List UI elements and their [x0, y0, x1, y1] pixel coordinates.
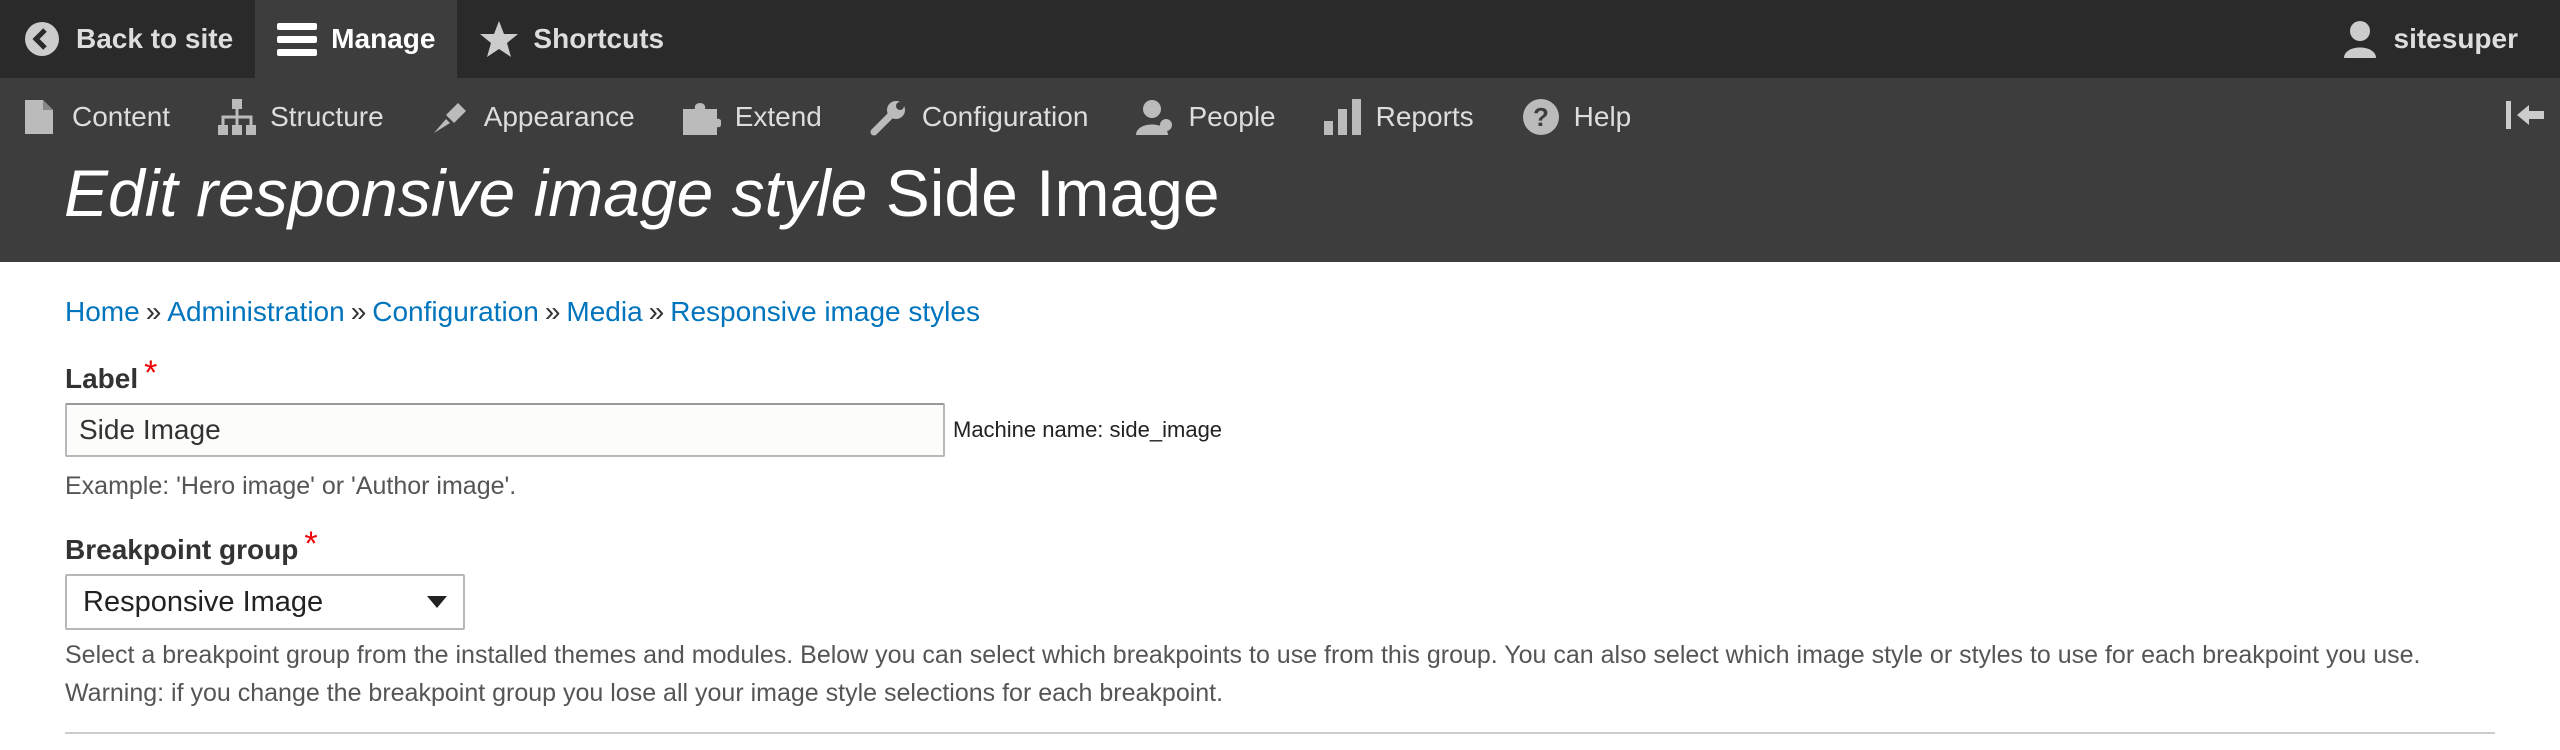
breakpoint-group-form-item: Breakpoint group * Responsive Image Selec…: [65, 525, 2495, 712]
tray-item-structure[interactable]: Structure: [194, 78, 408, 156]
page-title: Edit responsive image style Side Image: [64, 156, 1220, 226]
label-form-item: Label* Machine name: side_image Example:…: [65, 354, 2495, 505]
help-icon: ?: [1522, 98, 1560, 136]
label-input-row: Machine name: side_image: [65, 403, 2495, 457]
breadcrumb-link-responsive-image-styles[interactable]: Responsive image styles: [670, 296, 980, 327]
user-label: sitesuper: [2393, 23, 2519, 54]
tray-menu: Content Structure Appearance Extend Conf…: [0, 78, 1655, 156]
page-title-name: Side Image: [885, 156, 1220, 230]
page-title-prefix: Edit responsive image style: [64, 156, 868, 230]
breadcrumb: Home» Administration» Configuration» Media»…: [65, 296, 2495, 328]
breakpoint-group-label: Breakpoint group *: [65, 525, 2495, 574]
tray-item-label: Content: [72, 101, 171, 132]
breakpoint-group-title: Breakpoint group: [65, 534, 299, 565]
puzzle-icon: [682, 98, 721, 136]
tray-item-reports[interactable]: Reports: [1300, 78, 1498, 156]
back-to-site-link[interactable]: Back to site: [0, 0, 255, 78]
people-icon: [1136, 98, 1174, 136]
tray-item-label: Help: [1573, 101, 1632, 132]
tray-item-content[interactable]: Content: [0, 78, 194, 156]
shortcuts-tab[interactable]: Shortcuts: [457, 0, 686, 78]
tray-item-help[interactable]: ? Help: [1498, 78, 1656, 156]
breakpoint-group-description: Select a breakpoint group from the insta…: [65, 641, 2421, 707]
bar-chart-icon: [1323, 98, 1362, 136]
document-icon: [20, 98, 58, 136]
breadcrumb-separator: »: [544, 296, 561, 327]
breadcrumb-separator: »: [350, 296, 367, 327]
orientation-toggle-button[interactable]: [2506, 99, 2546, 136]
toolbar-right: sitesuper: [2318, 19, 2541, 59]
admin-tray: Content Structure Appearance Extend Conf…: [0, 78, 2560, 156]
manage-label: Manage: [331, 23, 436, 54]
tray-item-label: Structure: [270, 101, 384, 132]
shortcuts-label: Shortcuts: [533, 23, 665, 54]
breakpoint-group-selected-value: Responsive Image: [83, 585, 324, 618]
star-icon: [479, 19, 519, 59]
svg-text:?: ?: [1533, 102, 1549, 132]
paintbrush-icon: [432, 98, 470, 136]
tray-item-extend[interactable]: Extend: [659, 78, 846, 156]
tray-item-label: Reports: [1375, 101, 1474, 132]
breadcrumb-separator: »: [648, 296, 665, 327]
back-arrow-icon: [22, 19, 62, 59]
breadcrumb-separator: »: [145, 296, 162, 327]
tray-item-people[interactable]: People: [1112, 78, 1299, 156]
dropdown-arrow-icon: [427, 596, 447, 608]
section-divider: [65, 732, 2495, 734]
user-icon: [2340, 19, 2380, 59]
breadcrumb-link-media[interactable]: Media: [566, 296, 642, 327]
tray-item-label: Extend: [734, 101, 822, 132]
tray-item-label: Appearance: [483, 101, 635, 132]
label-description: Example: 'Hero image' or 'Author image'.: [65, 472, 517, 500]
main-content: Home» Administration» Configuration» Media»…: [0, 296, 2560, 734]
label-field-label: Label *: [65, 354, 2495, 403]
breadcrumb-link-home[interactable]: Home: [65, 296, 140, 327]
page-header: Edit responsive image style Side Image: [0, 156, 2560, 262]
required-marker: *: [304, 525, 318, 563]
breadcrumb-link-administration[interactable]: Administration: [167, 296, 344, 327]
structure-icon: [218, 98, 257, 136]
collapse-left-icon: [2506, 99, 2546, 136]
user-tab[interactable]: sitesuper: [2318, 19, 2541, 59]
hamburger-icon: [277, 19, 318, 59]
label-field-title: Label: [65, 363, 139, 394]
wrench-icon: [870, 98, 908, 136]
tray-item-label: Configuration: [921, 101, 1089, 132]
breadcrumb-link-configuration[interactable]: Configuration: [372, 296, 539, 327]
tray-item-configuration[interactable]: Configuration: [846, 78, 1113, 156]
label-input[interactable]: [65, 403, 945, 457]
back-to-site-label: Back to site: [76, 23, 234, 54]
manage-tab[interactable]: Manage: [255, 0, 458, 78]
toolbar-left: Back to site Manage Shortcuts: [0, 0, 686, 78]
tray-item-label: People: [1188, 101, 1276, 132]
tray-item-appearance[interactable]: Appearance: [408, 78, 659, 156]
machine-name-text: Machine name: side_image: [953, 417, 1223, 442]
admin-toolbar: Back to site Manage Shortcuts sitesuper: [0, 0, 2560, 78]
breakpoint-group-select[interactable]: Responsive Image: [65, 574, 465, 630]
required-marker: *: [144, 354, 158, 392]
